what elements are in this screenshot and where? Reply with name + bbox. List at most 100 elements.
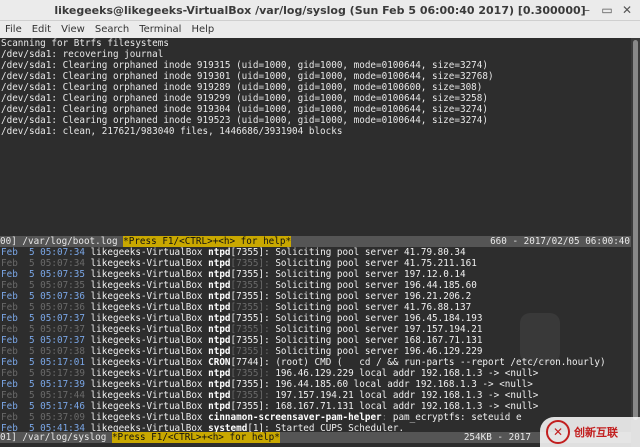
log-host: likegeeks-VirtualBox: [90, 357, 203, 368]
log-pid: [7355]:: [230, 346, 270, 357]
log-host: likegeeks-VirtualBox: [90, 324, 203, 335]
log-message: 196.46.129.229 local addr 192.168.1.3 ->…: [269, 368, 539, 379]
status-right: 660 - 2017/02/05 06:00:40: [490, 236, 630, 247]
log-pid: [7355]:: [230, 291, 270, 302]
log-message: Soliciting pool server 41.76.88.137: [269, 302, 472, 313]
syslog-line: Feb 5 05:17:01 likegeeks-VirtualBox CRON…: [1, 357, 606, 368]
log-date: Feb 5 05:17:01: [1, 357, 85, 368]
log-pid: [7355]:: [230, 401, 270, 412]
log-message: pam_ecryptfs: seteuid e: [387, 412, 522, 423]
menu-search[interactable]: Search: [90, 24, 134, 35]
syslog-line: Feb 5 05:07:37 likegeeks-VirtualBox ntpd…: [1, 313, 482, 324]
watermark-logo: ✕ 创新互联: [540, 417, 640, 447]
menu-help[interactable]: Help: [186, 24, 219, 35]
syslog-line: Feb 5 05:07:34 likegeeks-VirtualBox ntpd…: [1, 247, 466, 258]
log-process: ntpd: [208, 324, 231, 335]
log-host: likegeeks-VirtualBox: [90, 412, 203, 423]
log-message: Soliciting pool server 196.46.129.229: [269, 346, 483, 357]
log-date: Feb 5 05:07:36: [1, 302, 85, 313]
maximize-icon[interactable]: ▭: [598, 3, 616, 17]
menu-bar: File Edit View Search Terminal Help: [0, 21, 640, 39]
log-process: ntpd: [208, 335, 231, 346]
log-message: Soliciting pool server 196.21.206.2: [269, 291, 472, 302]
log-date: Feb 5 05:07:35: [1, 269, 85, 280]
log-host: likegeeks-VirtualBox: [90, 368, 203, 379]
log-message: 196.44.185.60 local addr 192.168.1.3 -> …: [269, 379, 533, 390]
log-date: Feb 5 05:17:44: [1, 390, 85, 401]
log-date: Feb 5 05:07:37: [1, 313, 85, 324]
log-date: Feb 5 05:17:46: [1, 401, 85, 412]
log-pid: [7744]:: [230, 357, 270, 368]
log-process: ntpd: [208, 269, 231, 280]
help-hint: *Press F1/<CTRL>+<h> for help*: [111, 432, 280, 443]
log-date: Feb 5 05:07:34: [1, 247, 85, 258]
status-bar-boot-log: 00] /var/log/boot.log *Press F1/<CTRL>+<…: [0, 236, 631, 247]
syslog-line: Feb 5 05:07:37 likegeeks-VirtualBox ntpd…: [1, 335, 482, 346]
log-process: ntpd: [208, 291, 231, 302]
log-date: Feb 5 05:07:37: [1, 335, 85, 346]
log-pid: [7355]:: [230, 324, 270, 335]
log-process: ntpd: [208, 313, 231, 324]
scrollbar-thumb[interactable]: [633, 40, 638, 420]
log-pid: [7355]:: [230, 390, 270, 401]
log-date: Feb 5 05:17:39: [1, 368, 85, 379]
log-host: likegeeks-VirtualBox: [90, 258, 203, 269]
log-process: ntpd: [208, 258, 231, 269]
menu-view[interactable]: View: [56, 24, 90, 35]
top-log-line: /dev/sda1: Clearing orphaned inode 91952…: [1, 115, 488, 126]
log-date: Feb 5 05:17:39: [1, 379, 85, 390]
log-message: (root) CMD ( cd / && run-parts --report …: [269, 357, 606, 368]
log-host: likegeeks-VirtualBox: [90, 313, 203, 324]
top-log-line: /dev/sda1: recovering journal: [1, 49, 164, 60]
log-process: ntpd: [208, 390, 231, 401]
syslog-line: Feb 5 05:17:39 likegeeks-VirtualBox ntpd…: [1, 379, 533, 390]
log-host: likegeeks-VirtualBox: [90, 390, 203, 401]
log-pid: [7355]:: [230, 335, 270, 346]
scrollbar[interactable]: [631, 38, 640, 447]
syslog-line: Feb 5 05:37:09 likegeeks-VirtualBox cinn…: [1, 412, 522, 423]
syslog-line: Feb 5 05:07:35 likegeeks-VirtualBox ntpd…: [1, 280, 477, 291]
title-bar[interactable]: likegeeks@likegeeks-VirtualBox /var/log/…: [0, 0, 640, 21]
log-pid: [7355]:: [230, 247, 270, 258]
log-process: ntpd: [208, 401, 231, 412]
log-host: likegeeks-VirtualBox: [90, 280, 203, 291]
menu-terminal[interactable]: Terminal: [134, 24, 186, 35]
syslog-line: Feb 5 05:07:38 likegeeks-VirtualBox ntpd…: [1, 346, 482, 357]
menu-edit[interactable]: Edit: [27, 24, 56, 35]
minimize-icon[interactable]: –: [578, 3, 596, 17]
log-message: Soliciting pool server 168.167.71.131: [269, 335, 483, 346]
log-process: ntpd: [208, 346, 231, 357]
syslog-line: Feb 5 05:07:35 likegeeks-VirtualBox ntpd…: [1, 269, 466, 280]
terminal-window: likegeeks@likegeeks-VirtualBox /var/log/…: [0, 0, 640, 447]
background-watermark: [520, 313, 560, 363]
log-host: likegeeks-VirtualBox: [90, 302, 203, 313]
log-pid: [7355]:: [230, 280, 270, 291]
syslog-line: Feb 5 05:07:37 likegeeks-VirtualBox ntpd…: [1, 324, 482, 335]
log-process: cinnamon-screensaver-pam-helper: [208, 412, 382, 423]
log-host: likegeeks-VirtualBox: [90, 401, 203, 412]
terminal-content[interactable]: Scanning for Btrfs filesystems /dev/sda1…: [0, 38, 631, 447]
close-icon[interactable]: ✕: [618, 3, 636, 17]
log-host: likegeeks-VirtualBox: [90, 335, 203, 346]
log-message: Soliciting pool server 41.79.80.34: [269, 247, 466, 258]
top-log-line: /dev/sda1: Clearing orphaned inode 91930…: [1, 71, 494, 82]
menu-file[interactable]: File: [0, 24, 27, 35]
log-pid: [7355]:: [230, 302, 270, 313]
log-date: Feb 5 05:07:36: [1, 291, 85, 302]
log-pid: [7355]:: [230, 269, 270, 280]
log-host: likegeeks-VirtualBox: [90, 291, 203, 302]
log-date: Feb 5 05:07:37: [1, 324, 85, 335]
log-date: Feb 5 05:07:35: [1, 280, 85, 291]
log-process: ntpd: [208, 379, 231, 390]
status-right: 254KB - 2017: [463, 432, 531, 443]
log-message: Soliciting pool server 41.75.211.161: [269, 258, 477, 269]
log-date: Feb 5 05:37:09: [1, 412, 85, 423]
syslog-line: Feb 5 05:17:44 likegeeks-VirtualBox ntpd…: [1, 390, 538, 401]
status-left: 01] /var/log/syslog: [0, 432, 112, 443]
log-process: ntpd: [208, 280, 231, 291]
log-process: CRON: [208, 357, 231, 368]
log-message: Soliciting pool server 196.45.184.193: [269, 313, 483, 324]
syslog-line: Feb 5 05:17:39 likegeeks-VirtualBox ntpd…: [1, 368, 538, 379]
syslog-line: Feb 5 05:07:36 likegeeks-VirtualBox ntpd…: [1, 291, 471, 302]
log-pid: [7355]:: [230, 313, 270, 324]
